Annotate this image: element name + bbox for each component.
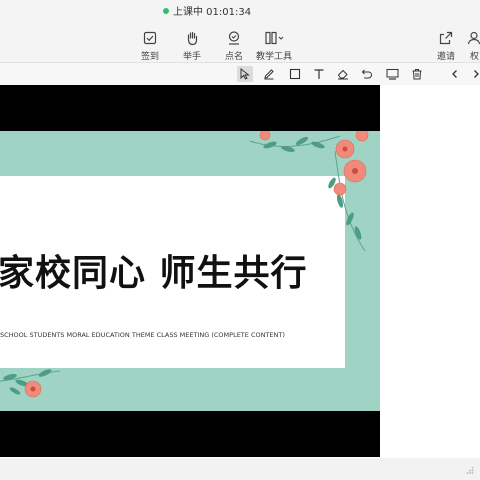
- pen-tool-button[interactable]: [261, 66, 277, 82]
- rectangle-icon: [289, 68, 301, 80]
- eraser-tool-button[interactable]: [335, 66, 351, 82]
- raise-hand-button[interactable]: 举手: [172, 30, 212, 62]
- select-icon: [240, 68, 250, 80]
- delete-button[interactable]: [409, 66, 425, 82]
- select-tool-button[interactable]: [237, 66, 253, 82]
- check-in-icon: [143, 31, 157, 45]
- class-status-text: 上课中 01:01:34: [173, 7, 252, 18]
- check-in-button[interactable]: 签到: [130, 30, 170, 62]
- permission-button[interactable]: 权: [462, 30, 480, 62]
- permission-label: 权: [470, 52, 480, 62]
- undo-button[interactable]: [359, 66, 375, 82]
- raise-hand-label: 举手: [182, 52, 201, 62]
- rectangle-tool-button[interactable]: [287, 66, 303, 82]
- screen-button[interactable]: [384, 66, 400, 82]
- presentation-slide: 家校同心 师生共行 SCHOOL STUDENTS MORAL EDUCATIO…: [0, 131, 380, 411]
- teaching-tools-label: 教学工具: [255, 52, 292, 62]
- teaching-tools-icon: [265, 31, 284, 45]
- delete-icon: [412, 69, 422, 80]
- top-toolbar: 上课中 01:01:34 签到 举手 点名 教学工具 邀请 权: [0, 0, 480, 62]
- floral-decoration-bottom-left: [0, 369, 61, 398]
- next-page-button[interactable]: [468, 66, 480, 82]
- screen-icon: [386, 69, 398, 80]
- slide-subtitle: SCHOOL STUDENTS MORAL EDUCATION THEME CL…: [0, 331, 285, 339]
- live-indicator-dot: [163, 7, 169, 14]
- eraser-icon: [337, 69, 348, 80]
- whiteboard-canvas[interactable]: 家校同心 师生共行 SCHOOL STUDENTS MORAL EDUCATIO…: [0, 85, 480, 480]
- roll-call-icon: [228, 31, 240, 45]
- drawing-toolbar: [0, 62, 480, 86]
- floral-decoration-top-right: [249, 131, 369, 252]
- text-icon: [314, 69, 324, 79]
- bottom-strip: [0, 458, 480, 480]
- permission-icon: [467, 31, 480, 45]
- roll-call-label: 点名: [224, 52, 243, 62]
- roll-call-button[interactable]: 点名: [214, 30, 254, 62]
- invite-label: 邀请: [436, 52, 455, 62]
- text-tool-button[interactable]: [311, 66, 327, 82]
- prev-page-icon: [452, 70, 457, 78]
- invite-icon: [439, 31, 453, 45]
- undo-icon: [361, 69, 373, 79]
- resize-grip-icon[interactable]: [464, 466, 474, 476]
- raise-hand-icon: [187, 31, 198, 46]
- pen-icon: [264, 69, 274, 80]
- prev-page-button[interactable]: [447, 66, 463, 82]
- next-page-icon: [474, 70, 479, 78]
- slide-viewer[interactable]: 家校同心 师生共行 SCHOOL STUDENTS MORAL EDUCATIO…: [0, 85, 380, 457]
- check-in-label: 签到: [140, 52, 159, 62]
- invite-button[interactable]: 邀请: [426, 30, 466, 62]
- teaching-tools-button[interactable]: 教学工具: [254, 30, 294, 62]
- class-status: 上课中 01:01:34: [163, 3, 251, 18]
